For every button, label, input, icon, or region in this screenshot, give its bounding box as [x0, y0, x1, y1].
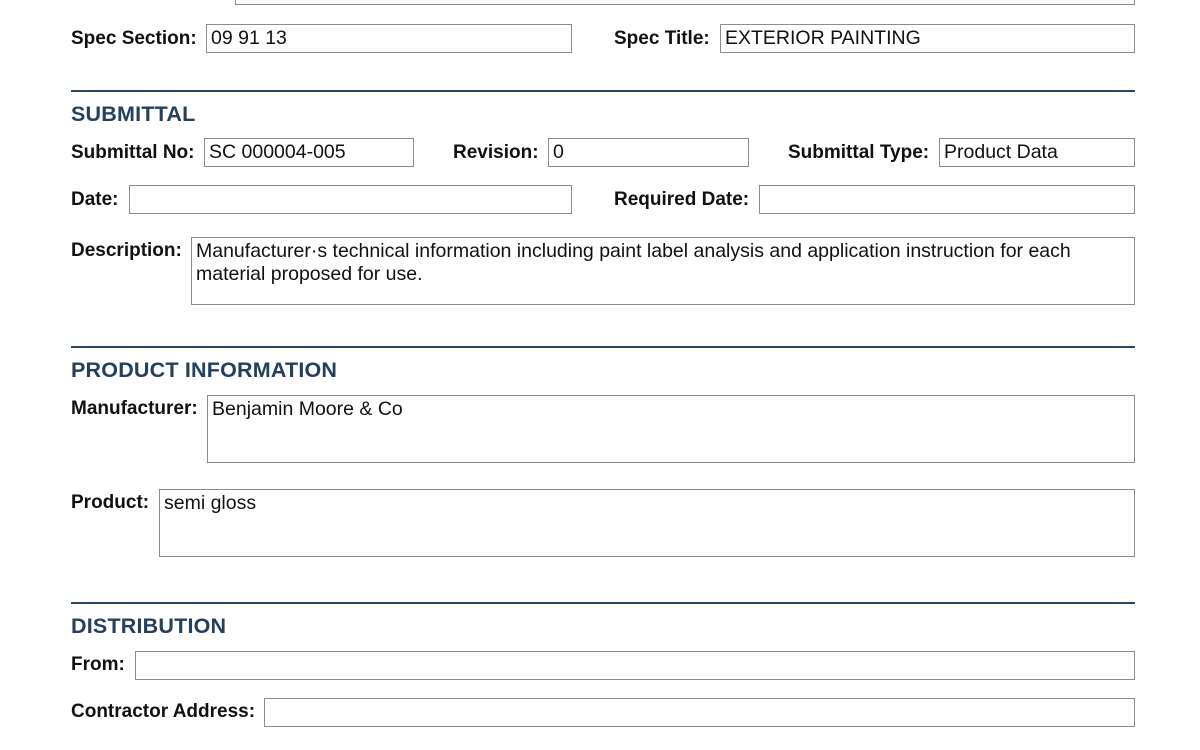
description-label: Description:: [71, 240, 182, 261]
spec-section-field[interactable]: 09 91 13: [206, 24, 572, 53]
submittal-rule: [71, 90, 1135, 92]
distribution-heading: DISTRIBUTION: [71, 614, 227, 638]
submittal-type-field[interactable]: Product Data: [939, 138, 1135, 167]
from-label: From:: [71, 654, 125, 675]
revision-label: Revision:: [453, 142, 539, 163]
product-info-rule: [71, 346, 1135, 348]
submittal-no-field[interactable]: SC 000004-005: [204, 138, 414, 167]
required-date-label: Required Date:: [614, 189, 750, 210]
contractor-address-field[interactable]: [264, 698, 1135, 727]
spec-section-label: Spec Section:: [71, 28, 197, 49]
manufacturer-label: Manufacturer:: [71, 398, 198, 419]
top-partial-label-fragment: [71, 0, 131, 2]
product-label: Product:: [71, 492, 150, 513]
revision-field[interactable]: 0: [548, 138, 749, 167]
product-info-heading: PRODUCT INFORMATION: [71, 358, 338, 382]
submittal-heading: SUBMITTAL: [71, 102, 196, 126]
top-partial-field[interactable]: [235, 0, 1135, 5]
date-field[interactable]: [129, 185, 572, 214]
distribution-rule: [71, 602, 1135, 604]
from-field[interactable]: [135, 651, 1135, 680]
required-date-field[interactable]: [759, 185, 1135, 214]
spec-title-field[interactable]: EXTERIOR PAINTING: [720, 24, 1135, 53]
manufacturer-field[interactable]: Benjamin Moore & Co: [207, 395, 1135, 463]
spec-title-label: Spec Title:: [614, 28, 710, 49]
submittal-type-label: Submittal Type:: [788, 142, 930, 163]
product-field[interactable]: semi gloss: [159, 489, 1135, 557]
date-label: Date:: [71, 189, 119, 210]
description-field[interactable]: Manufacturer·s technical information inc…: [191, 237, 1135, 305]
contractor-address-label: Contractor Address:: [71, 701, 256, 722]
submittal-no-label: Submittal No:: [71, 142, 195, 163]
